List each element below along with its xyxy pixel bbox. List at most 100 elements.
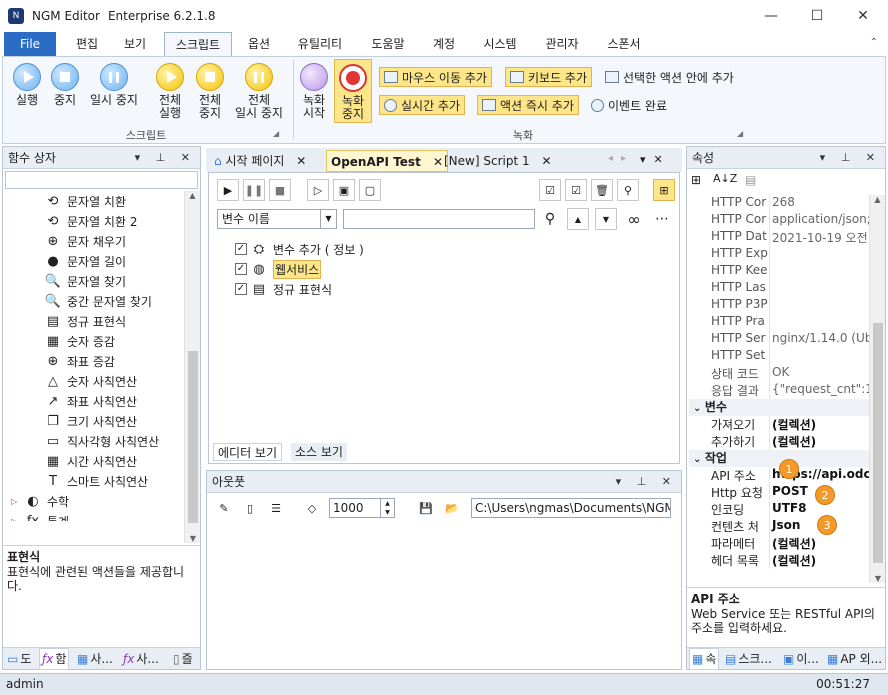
property-row[interactable]: HTTP Kee <box>689 263 869 280</box>
record-start-button[interactable]: 녹화 시작 <box>297 63 331 120</box>
property-row[interactable]: HTTP Pra <box>689 314 869 331</box>
wrap-output-button[interactable]: ☰ <box>265 497 287 519</box>
property-value[interactable]: nginx/1.14.0 (Ubu <box>769 331 869 348</box>
function-item[interactable]: T 스마트 사칙연산 <box>3 471 186 491</box>
panel-pin-controls[interactable]: ▾ ⊥ ✕ <box>616 471 677 493</box>
record-stop-button[interactable]: 녹화 중지 <box>334 59 372 123</box>
stepper-arrows-icon[interactable]: ▲ ▼ <box>380 499 394 517</box>
function-item[interactable]: 🔍 문자열 찾기 <box>3 271 186 291</box>
variable-search-button[interactable]: ⚲ <box>539 208 561 230</box>
property-value[interactable]: (컬렉션) <box>769 552 869 569</box>
tab-admin[interactable]: 관리자 <box>534 32 590 56</box>
scroll-down-icon[interactable]: ▼ <box>870 574 886 583</box>
tab-functions[interactable]: ƒx 함 <box>39 648 70 670</box>
property-row[interactable]: Http 요청 POST <box>689 484 869 501</box>
function-item[interactable]: ● 문자열 길이 <box>3 251 186 271</box>
delete-button[interactable]: 🗑 <box>591 179 613 201</box>
panel-pin-controls[interactable]: ▾ ⊥ ✕ <box>820 147 881 169</box>
scroll-thumb[interactable] <box>873 323 883 563</box>
add-realtime-button[interactable]: 실시간 추가 <box>379 95 466 115</box>
variable-search-input[interactable] <box>343 209 535 229</box>
tab-sponsor[interactable]: 스폰서 <box>596 32 652 56</box>
checkbox-checked-icon[interactable]: ✓ <box>235 243 247 255</box>
property-value[interactable] <box>769 348 869 365</box>
tab-api[interactable]: ▦ AP 외... <box>827 648 882 670</box>
property-row[interactable]: HTTP Cor 268 <box>689 195 869 212</box>
property-pages-icon[interactable]: ▤ <box>745 173 756 187</box>
categorized-icon[interactable]: ⊞ <box>691 173 701 187</box>
function-item[interactable]: ⊕ 좌표 증감 <box>3 351 186 371</box>
property-row[interactable]: HTTP Exp <box>689 246 869 263</box>
function-group[interactable]: ▷ ◐ 수학 <box>3 491 186 511</box>
function-item[interactable]: ↗ 좌표 사칙연산 <box>3 391 186 411</box>
collapse-icon[interactable]: ⌄ <box>689 454 705 465</box>
run-all-button[interactable]: 전체 실행 <box>151 63 189 120</box>
function-item[interactable]: ▦ 숫자 증감 <box>3 331 186 351</box>
pause-script-button[interactable]: ❚❚ <box>243 179 265 201</box>
property-category[interactable]: ⌄ 변수 <box>689 399 869 416</box>
function-item[interactable]: ▭ 직사각형 사칙연산 <box>3 431 186 451</box>
property-row[interactable]: 컨텐츠 처 Json <box>689 518 869 535</box>
script-group-launcher-icon[interactable]: ◢ <box>273 129 279 138</box>
line-count-stepper[interactable]: 1000 ▲ ▼ <box>329 498 395 518</box>
checkbox-checked-icon[interactable]: ✓ <box>235 263 247 275</box>
tab-view[interactable]: 보기 <box>112 32 158 56</box>
add-mouse-move-button[interactable]: 마우스 이동 추가 <box>379 67 492 87</box>
function-search-input[interactable] <box>5 171 198 189</box>
function-item[interactable]: ⊕ 문자 채우기 <box>3 231 186 251</box>
next-result-button[interactable]: ▼ <box>595 208 617 230</box>
function-item[interactable]: △ 숫자 사칙연산 <box>3 371 186 391</box>
close-button[interactable]: ✕ <box>840 0 886 32</box>
function-item[interactable]: ⟲ 문자열 치환 2 <box>3 211 186 231</box>
scroll-up-icon[interactable]: ▲ <box>185 191 200 200</box>
tab-user-functions[interactable]: ▦ 사... <box>77 648 113 670</box>
property-row[interactable]: 가져오기 (컬렉션) <box>689 416 869 433</box>
sort-alpha-icon[interactable]: A↓Z <box>713 172 737 185</box>
pause-button[interactable]: 일시 중지 <box>85 63 143 107</box>
tab-edit[interactable]: 편집 <box>64 32 110 56</box>
tab-system[interactable]: 시스템 <box>472 32 528 56</box>
tab-editor-view[interactable]: 에디터 보기 <box>213 443 283 461</box>
check-button[interactable]: ☑ <box>565 179 587 201</box>
tab-account[interactable]: 계정 <box>422 32 466 56</box>
function-item[interactable]: ❐ 크기 사칙연산 <box>3 411 186 431</box>
function-item[interactable]: ⟲ 문자열 치환 <box>3 191 186 211</box>
tab-source-view[interactable]: 소스 보기 <box>291 443 347 461</box>
property-scrollbar[interactable]: ▲ ▼ <box>869 195 885 583</box>
property-value[interactable]: (컬렉션) <box>769 535 869 552</box>
expand-icon[interactable]: ▷ <box>11 497 25 506</box>
editor-pin-controls[interactable]: ▾✕ <box>640 153 671 166</box>
tab-options[interactable]: 옵션 <box>236 32 282 56</box>
property-row[interactable]: 상태 코드 OK <box>689 365 869 382</box>
scroll-down-icon[interactable]: ▼ <box>185 534 201 543</box>
run-button[interactable]: 실행 <box>9 63 45 107</box>
chevron-down-icon[interactable]: ▼ <box>320 210 336 228</box>
record-group-launcher-icon[interactable]: ◢ <box>737 129 743 138</box>
tab-properties[interactable]: ▦ 속 <box>689 648 720 670</box>
tab-user-fx[interactable]: ƒx 사... <box>123 648 159 670</box>
property-row[interactable]: 응답 결과 {"request_cnt":1, <box>689 382 869 399</box>
pause-all-button[interactable]: 전체 일시 중지 <box>231 63 287 120</box>
property-row[interactable]: 인코딩 UTF8 <box>689 501 869 518</box>
find-button[interactable]: ⚲ <box>617 179 639 201</box>
close-tab-icon[interactable]: ✕ <box>296 154 306 168</box>
erase-button[interactable]: ◇ <box>301 497 323 519</box>
expand-icon[interactable]: ▷ <box>11 517 25 522</box>
tab-scroll-icons[interactable]: ◂▸ <box>608 153 634 164</box>
output-path-field[interactable]: C:\Users\ngmas\Documents\NGM6\ <box>471 498 671 518</box>
collapse-ribbon-icon[interactable]: ⌃ <box>870 37 878 48</box>
minimize-button[interactable]: — <box>748 0 794 32</box>
export-output-button[interactable]: ▯ <box>239 497 261 519</box>
close-tab-icon[interactable]: ✕ <box>541 154 551 168</box>
tab-toolbox[interactable]: ▭ 도 <box>7 648 31 670</box>
property-value[interactable] <box>769 246 869 263</box>
tree-item-variable[interactable]: ✓ ⛭ 변수 추가 ( 정보 ) <box>235 239 364 259</box>
more-button[interactable]: ⋯ <box>651 208 673 230</box>
property-row[interactable]: HTTP P3P <box>689 297 869 314</box>
function-tree-scrollbar[interactable]: ▲ ▼ <box>184 191 200 543</box>
property-value[interactable] <box>769 314 869 331</box>
function-item[interactable]: 🔍 중간 문자열 찾기 <box>3 291 186 311</box>
maximize-button[interactable]: ☐ <box>794 0 840 32</box>
check-all-button[interactable]: ☑ <box>539 179 561 201</box>
property-row[interactable]: HTTP Dat 2021-10-19 오전 <box>689 229 869 246</box>
